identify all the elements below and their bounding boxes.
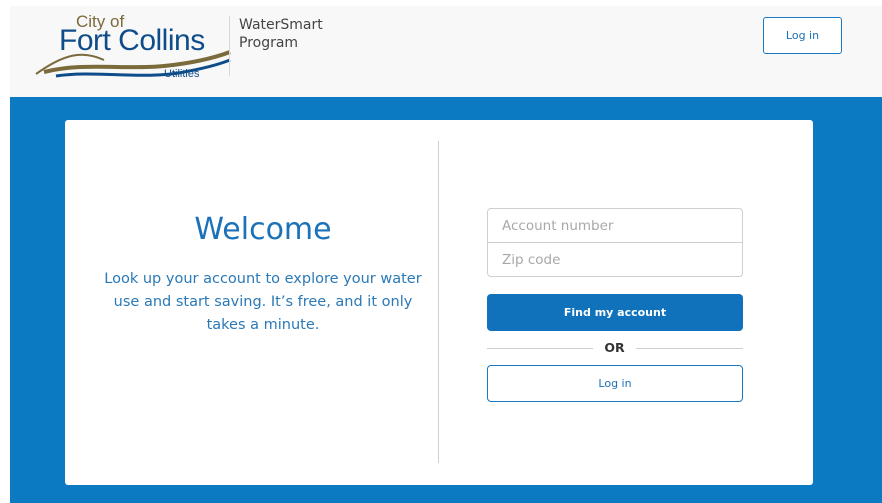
header-login-button[interactable]: Log in [763, 17, 842, 54]
or-label: OR [604, 340, 625, 355]
welcome-title: Welcome [194, 212, 332, 247]
login-button[interactable]: Log in [487, 365, 743, 402]
header-divider [229, 16, 230, 76]
logo-fort-collins-text: Fort Collins [59, 24, 205, 57]
program-name: WaterSmart Program [239, 17, 323, 51]
logo-utilities-text: Utilities [164, 68, 200, 80]
or-divider-right [636, 348, 743, 349]
find-my-account-button[interactable]: Find my account [487, 294, 743, 331]
or-divider-left [487, 348, 593, 349]
card-divider [438, 141, 439, 463]
account-number-input[interactable] [487, 208, 743, 243]
fort-collins-utilities-logo[interactable]: City of Fort Collins Utilities [34, 10, 234, 82]
welcome-description: Look up your account to explore your wat… [104, 271, 422, 333]
site-header: City of Fort Collins Utilities WaterSmar… [10, 6, 882, 97]
zip-code-input[interactable] [487, 242, 743, 277]
